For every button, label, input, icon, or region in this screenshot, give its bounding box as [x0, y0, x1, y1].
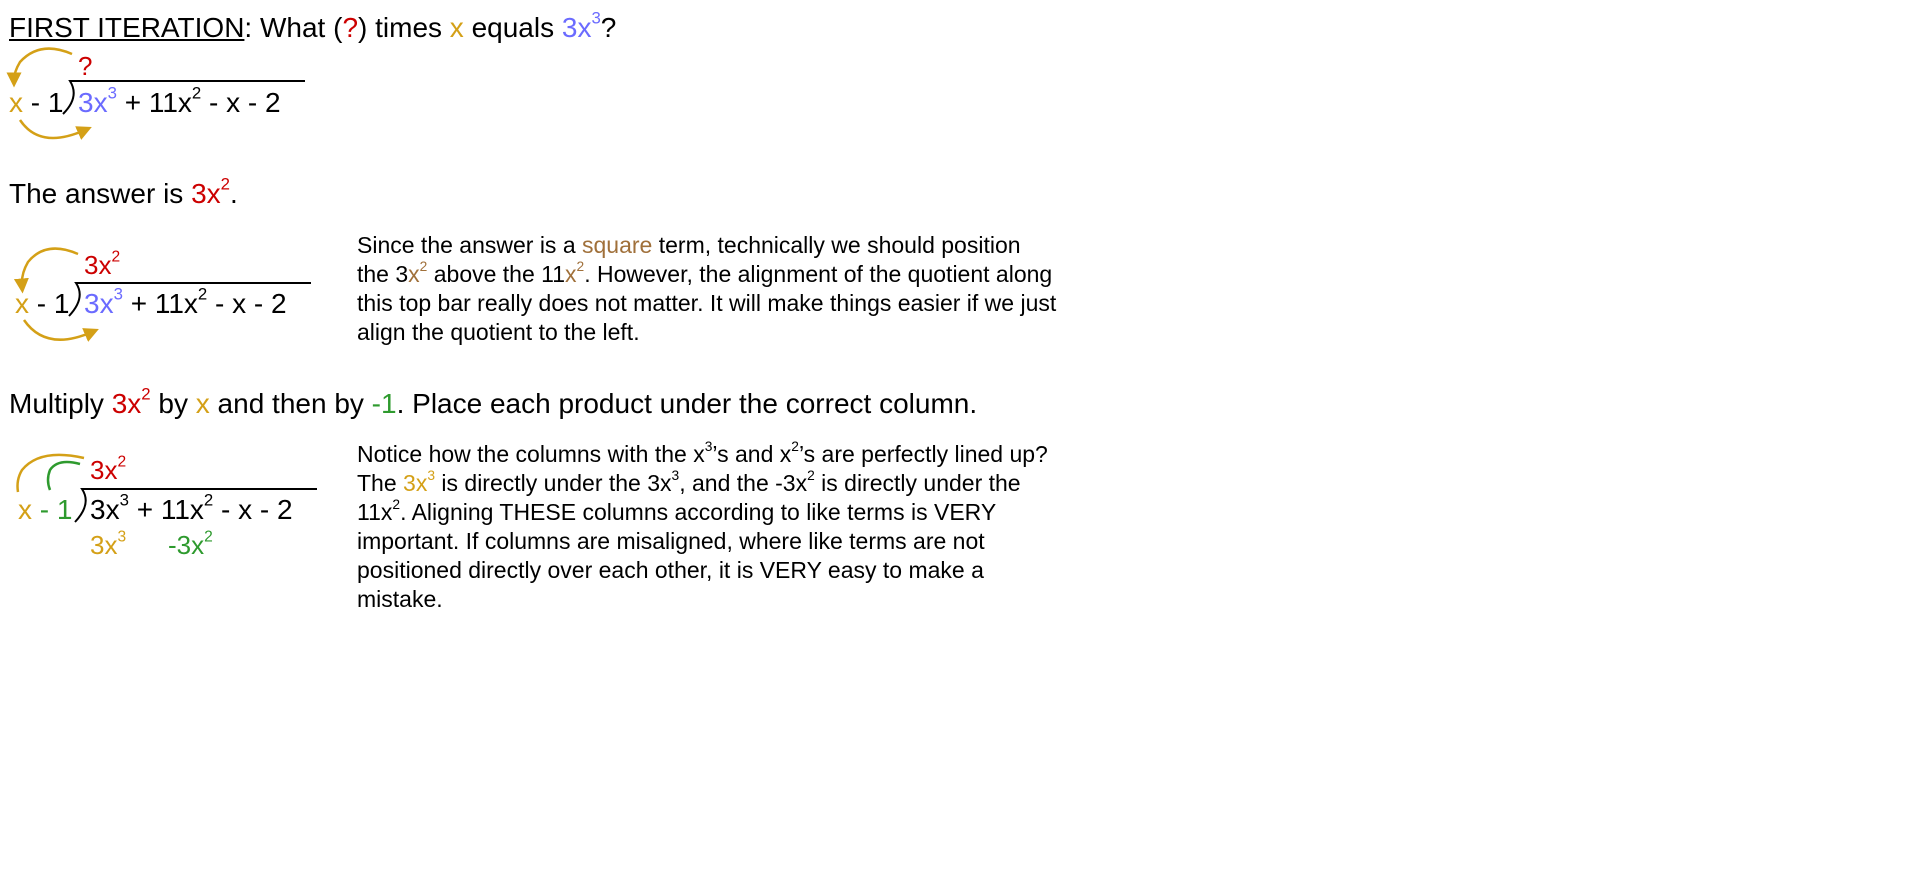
gold-curve-3 [16, 453, 85, 493]
arrow-to-dividend-1 [18, 119, 92, 140]
arrow-to-quotient-2 [13, 247, 79, 294]
division-bracket-1 [62, 80, 305, 115]
arrow-to-dividend-2 [22, 319, 99, 342]
division-bracket-2 [68, 282, 311, 317]
division-graphics [6, 47, 317, 523]
arrow-to-quotient-1 [6, 47, 73, 88]
green-curve-3 [46, 460, 81, 491]
division-bracket-3 [74, 488, 317, 523]
